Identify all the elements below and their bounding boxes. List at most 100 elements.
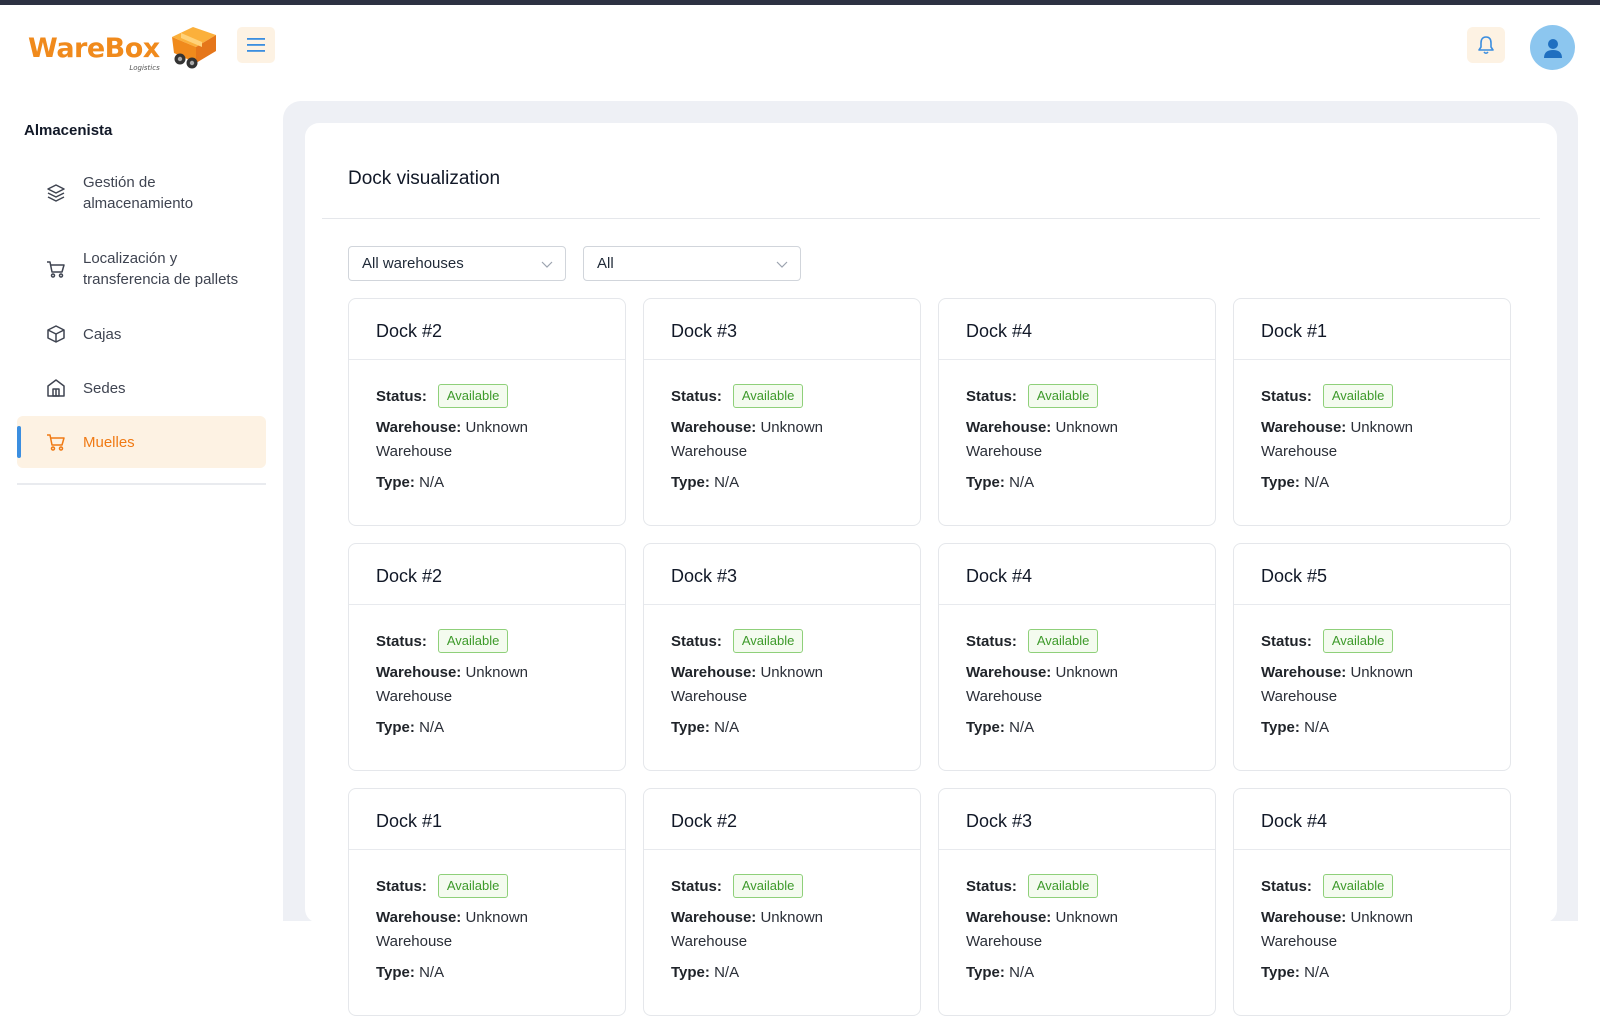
dock-card[interactable]: Dock #3 Status: Available Warehouse: Unknow… (643, 543, 921, 771)
dock-card-body: Status: Available Warehouse: Unknown Wareh… (1234, 360, 1510, 494)
sidebar-item-label: Gestión de almacenamiento (83, 174, 194, 212)
sidebar-item-muelles[interactable]: Muelles (17, 416, 266, 468)
status-label: Status: (1261, 387, 1312, 405)
sidebar-nav: Gestión de almacenamiento Localización y… (17, 156, 266, 470)
dock-card-title: Dock #2 (349, 544, 625, 605)
dock-card[interactable]: Dock #2 Status: Available Warehouse: Unknow… (348, 298, 626, 526)
type-label: Type: (671, 719, 710, 736)
dock-card-body: Status: Available Warehouse: Unknown Wareh… (349, 850, 625, 984)
sidebar-item-sedes[interactable]: Sedes (17, 362, 266, 414)
dock-type-row: Type: N/A (966, 962, 1215, 984)
dock-card[interactable]: Dock #2 Status: Available Warehouse: Unknow… (348, 543, 626, 771)
dock-card[interactable]: Dock #1 Status: Available Warehouse: Unknow… (1233, 298, 1511, 526)
status-label: Status: (671, 877, 722, 895)
dock-warehouse-row: Warehouse: Unknown Warehouse (376, 906, 576, 954)
type-value: N/A (1304, 719, 1330, 736)
dock-visualization-panel: Dock visualization All warehouses All Do… (305, 123, 1557, 1016)
type-label: Type: (671, 474, 710, 491)
warehouse-label: Warehouse: (966, 664, 1052, 681)
dock-warehouse-row: Warehouse: Unknown Warehouse (1261, 661, 1461, 709)
dock-status-row: Status: Available (376, 384, 625, 408)
dock-warehouse-row: Warehouse: Unknown Warehouse (1261, 416, 1461, 464)
dock-status-row: Status: Available (1261, 384, 1510, 408)
dock-card[interactable]: Dock #5 Status: Available Warehouse: Unknow… (1233, 543, 1511, 771)
dock-status-row: Status: Available (376, 629, 625, 653)
dock-warehouse-row: Warehouse: Unknown Warehouse (966, 661, 1166, 709)
status-badge: Available (437, 874, 509, 898)
warehouse-label: Warehouse: (671, 909, 757, 926)
dock-card[interactable]: Dock #4 Status: Available Warehouse: Unknow… (938, 298, 1216, 526)
warehouse-label: Warehouse: (671, 419, 757, 436)
dock-card[interactable]: Dock #3 Status: Available Warehouse: Unknow… (643, 298, 921, 526)
dock-card-title: Dock #3 (939, 789, 1215, 850)
dock-type-row: Type: N/A (671, 472, 920, 494)
status-badge: Available (1322, 629, 1394, 653)
dock-type-row: Type: N/A (376, 472, 625, 494)
dock-card-title: Dock #1 (349, 789, 625, 850)
status-badge: Available (732, 874, 804, 898)
type-value: N/A (419, 964, 445, 981)
dock-type-row: Type: N/A (671, 717, 920, 739)
notifications-button[interactable] (1467, 27, 1505, 63)
status-label: Status: (671, 387, 722, 405)
status-badge: Available (437, 629, 509, 653)
dock-card-title: Dock #3 (644, 299, 920, 360)
type-filter-select[interactable]: All (583, 246, 801, 281)
dock-type-row: Type: N/A (1261, 472, 1510, 494)
status-badge: Available (1322, 384, 1394, 408)
sidebar-item-cajas[interactable]: Cajas (17, 308, 266, 360)
type-value: N/A (1009, 719, 1035, 736)
status-badge: Available (437, 384, 509, 408)
dock-status-row: Status: Available (671, 629, 920, 653)
status-badge: Available (1027, 384, 1099, 408)
dock-status-row: Status: Available (376, 874, 625, 898)
warehouse-label: Warehouse: (376, 664, 462, 681)
status-badge: Available (1027, 874, 1099, 898)
dock-status-row: Status: Available (966, 629, 1215, 653)
sidebar-item-label: Localización y transferencia de pallets (83, 250, 239, 288)
dock-card-title: Dock #4 (939, 544, 1215, 605)
type-label: Type: (1261, 719, 1300, 736)
status-label: Status: (376, 632, 427, 650)
bell-icon (1478, 36, 1494, 55)
sidebar-divider (17, 483, 266, 485)
dock-card[interactable]: Dock #3 Status: Available Warehouse: Unknow… (938, 788, 1216, 1016)
sidebar-item-gestion-almacenamiento[interactable]: Gestión de almacenamiento (17, 156, 266, 230)
brand-name: WareBox (28, 33, 160, 64)
dock-warehouse-row: Warehouse: Unknown Warehouse (376, 416, 576, 464)
type-value: N/A (714, 474, 740, 491)
status-label: Status: (966, 877, 1017, 895)
dock-card-title: Dock #2 (644, 789, 920, 850)
dock-card[interactable]: Dock #4 Status: Available Warehouse: Unknow… (938, 543, 1216, 771)
dock-card[interactable]: Dock #1 Status: Available Warehouse: Unknow… (348, 788, 626, 1016)
dock-card-body: Status: Available Warehouse: Unknown Wareh… (939, 850, 1215, 984)
type-value: N/A (419, 474, 445, 491)
dock-card-title: Dock #5 (1234, 544, 1510, 605)
dock-warehouse-row: Warehouse: Unknown Warehouse (671, 906, 871, 954)
warehouse-label: Warehouse: (1261, 419, 1347, 436)
type-filter-value: All (597, 255, 614, 272)
dock-status-row: Status: Available (1261, 874, 1510, 898)
warehouse-label: Warehouse: (966, 419, 1052, 436)
dock-type-row: Type: N/A (376, 717, 625, 739)
warehouse-filter-select[interactable]: All warehouses (348, 246, 566, 281)
dock-status-row: Status: Available (966, 874, 1215, 898)
warehouse-label: Warehouse: (376, 909, 462, 926)
sidebar-item-localizacion-transferencia[interactable]: Localización y transferencia de pallets (17, 232, 266, 306)
type-value: N/A (1304, 474, 1330, 491)
cart-icon (45, 258, 67, 280)
dock-status-row: Status: Available (671, 384, 920, 408)
user-avatar[interactable] (1530, 25, 1575, 70)
type-label: Type: (966, 964, 1005, 981)
dock-card[interactable]: Dock #2 Status: Available Warehouse: Unknow… (643, 788, 921, 1016)
logo-text: WareBox Logistics (28, 33, 160, 72)
menu-toggle-button[interactable] (237, 27, 275, 63)
dock-status-row: Status: Available (671, 874, 920, 898)
status-label: Status: (1261, 632, 1312, 650)
status-badge: Available (732, 629, 804, 653)
logo[interactable]: WareBox Logistics (28, 23, 220, 74)
dock-warehouse-row: Warehouse: Unknown Warehouse (671, 416, 871, 464)
dock-type-row: Type: N/A (966, 717, 1215, 739)
dock-card[interactable]: Dock #4 Status: Available Warehouse: Unknow… (1233, 788, 1511, 1016)
type-label: Type: (376, 474, 415, 491)
